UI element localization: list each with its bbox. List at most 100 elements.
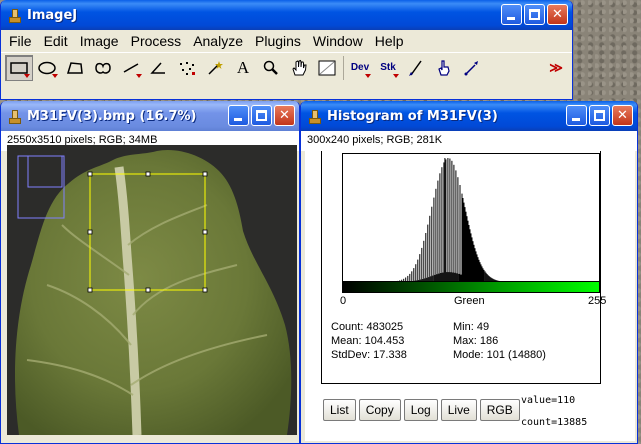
histogram-body: 0 Green 255 Count: 483025 Min: 49 Mean: …	[305, 151, 635, 441]
wand-tool[interactable]	[201, 55, 229, 81]
copy-button[interactable]: Copy	[358, 399, 401, 421]
image-window: M31FV(3).bmp (16.7%) ✕ 2550x3510 pixels;…	[0, 101, 300, 444]
histogram-bin	[449, 158, 451, 282]
histogram-bin	[453, 164, 455, 282]
color-picker-tool[interactable]	[313, 55, 341, 81]
stk-menu-tool[interactable]: Stk	[374, 55, 402, 81]
pipette-tool[interactable]	[458, 55, 486, 81]
maximize-icon	[529, 9, 540, 20]
pointing-hand-icon	[438, 59, 450, 76]
log-button[interactable]: Log	[403, 399, 438, 421]
histogram-bin	[451, 160, 453, 282]
menu-help[interactable]: Help	[369, 33, 410, 49]
histogram-bin	[473, 244, 475, 282]
histogram-bin	[423, 240, 425, 282]
polygon-tool[interactable]	[61, 55, 89, 81]
angle-icon	[150, 61, 165, 74]
histogram-bin	[429, 215, 431, 282]
minimize-icon	[234, 118, 242, 121]
minimize-button[interactable]	[501, 4, 522, 25]
point-tool[interactable]	[173, 55, 201, 81]
hand-icon	[292, 59, 307, 75]
list-button[interactable]: List	[323, 399, 356, 421]
histogram-bin	[463, 202, 465, 282]
minimize-button[interactable]	[228, 105, 249, 126]
histogram-bin	[421, 247, 423, 282]
imagej-titlebar[interactable]: ImageJ ✕	[1, 0, 572, 30]
histogram-bin	[459, 185, 461, 282]
minimize-icon	[572, 118, 580, 121]
magnifier-tool[interactable]	[257, 55, 285, 81]
histogram-bin	[417, 259, 419, 282]
histogram-bin	[431, 206, 433, 282]
histogram-bin	[443, 162, 445, 282]
text-icon: A	[236, 57, 250, 77]
histogram-bin	[441, 167, 443, 282]
menu-plugins[interactable]: Plugins	[249, 33, 307, 49]
image-window-titlebar[interactable]: M31FV(3).bmp (16.7%) ✕	[1, 101, 299, 131]
menu-process[interactable]: Process	[125, 33, 188, 49]
microscope-icon	[307, 109, 321, 124]
maximize-icon	[256, 110, 267, 121]
rgb-button[interactable]: RGB	[479, 399, 520, 421]
maximize-button[interactable]	[524, 4, 545, 25]
close-button[interactable]: ✕	[612, 105, 633, 126]
menu-window[interactable]: Window	[307, 33, 369, 49]
close-button[interactable]: ✕	[547, 4, 568, 25]
maximize-icon	[594, 110, 605, 121]
menu-image[interactable]: Image	[74, 33, 125, 49]
histogram-bars	[393, 158, 504, 282]
histogram-bin	[444, 158, 446, 282]
image-canvas[interactable]	[7, 145, 297, 435]
angle-tool[interactable]	[145, 55, 173, 81]
menu-analyze[interactable]: Analyze	[187, 33, 249, 49]
close-button[interactable]: ✕	[274, 105, 295, 126]
histogram-bin	[447, 158, 449, 282]
histogram-bin	[477, 257, 479, 282]
close-icon: ✕	[617, 108, 628, 123]
histogram-bin	[437, 180, 439, 282]
leaf-image	[7, 145, 297, 435]
histogram-bin	[468, 225, 470, 282]
histogram-bin	[465, 211, 467, 282]
close-icon: ✕	[552, 7, 563, 22]
hand-tool[interactable]	[285, 55, 313, 81]
rectangle-tool[interactable]	[5, 54, 33, 81]
stat-min: Min: 49	[453, 321, 490, 333]
menu-file[interactable]: File	[3, 33, 38, 49]
histogram-bin	[427, 224, 429, 282]
touch-tool[interactable]	[430, 55, 458, 81]
dropdown-indicator-icon	[365, 73, 371, 78]
histogram-bin	[433, 197, 435, 282]
dev-menu-label: Dev	[350, 62, 370, 73]
histogram-info-line: 300x240 pixels; RGB; 281K	[301, 131, 637, 151]
stat-mode: Mode: 101 (14880)	[453, 349, 546, 361]
minimize-button[interactable]	[566, 105, 587, 126]
more-tools-button[interactable]: ≫	[542, 55, 570, 81]
histogram-bin	[475, 251, 477, 282]
menubar: File Edit Image Process Analyze Plugins …	[1, 30, 572, 52]
toolbar: A Dev Stk ≫	[1, 52, 572, 82]
live-button[interactable]: Live	[440, 399, 477, 421]
menu-edit[interactable]: Edit	[38, 33, 74, 49]
maximize-button[interactable]	[589, 105, 610, 126]
brush-tool[interactable]	[402, 55, 430, 81]
dropdown-indicator-icon	[52, 73, 58, 78]
freehand-tool[interactable]	[89, 55, 117, 81]
histogram-bin	[461, 193, 463, 282]
histogram-bin	[464, 207, 466, 282]
freehand-icon	[95, 62, 111, 74]
line-tool[interactable]	[117, 55, 145, 81]
histogram-plot[interactable]	[342, 153, 600, 283]
histogram-button-row: List Copy Log Live RGB	[323, 399, 520, 421]
maximize-button[interactable]	[251, 105, 272, 126]
histogram-titlebar[interactable]: Histogram of M31FV(3) ✕	[301, 101, 637, 131]
histogram-bin	[467, 220, 469, 282]
dev-menu-tool[interactable]: Dev	[346, 55, 374, 81]
text-tool[interactable]: A	[229, 55, 257, 81]
histogram-bin	[425, 233, 427, 282]
oval-tool[interactable]	[33, 55, 61, 81]
histogram-window: Histogram of M31FV(3) ✕ 300x240 pixels; …	[300, 101, 638, 444]
microscope-icon	[7, 109, 21, 124]
minimize-icon	[507, 17, 515, 20]
